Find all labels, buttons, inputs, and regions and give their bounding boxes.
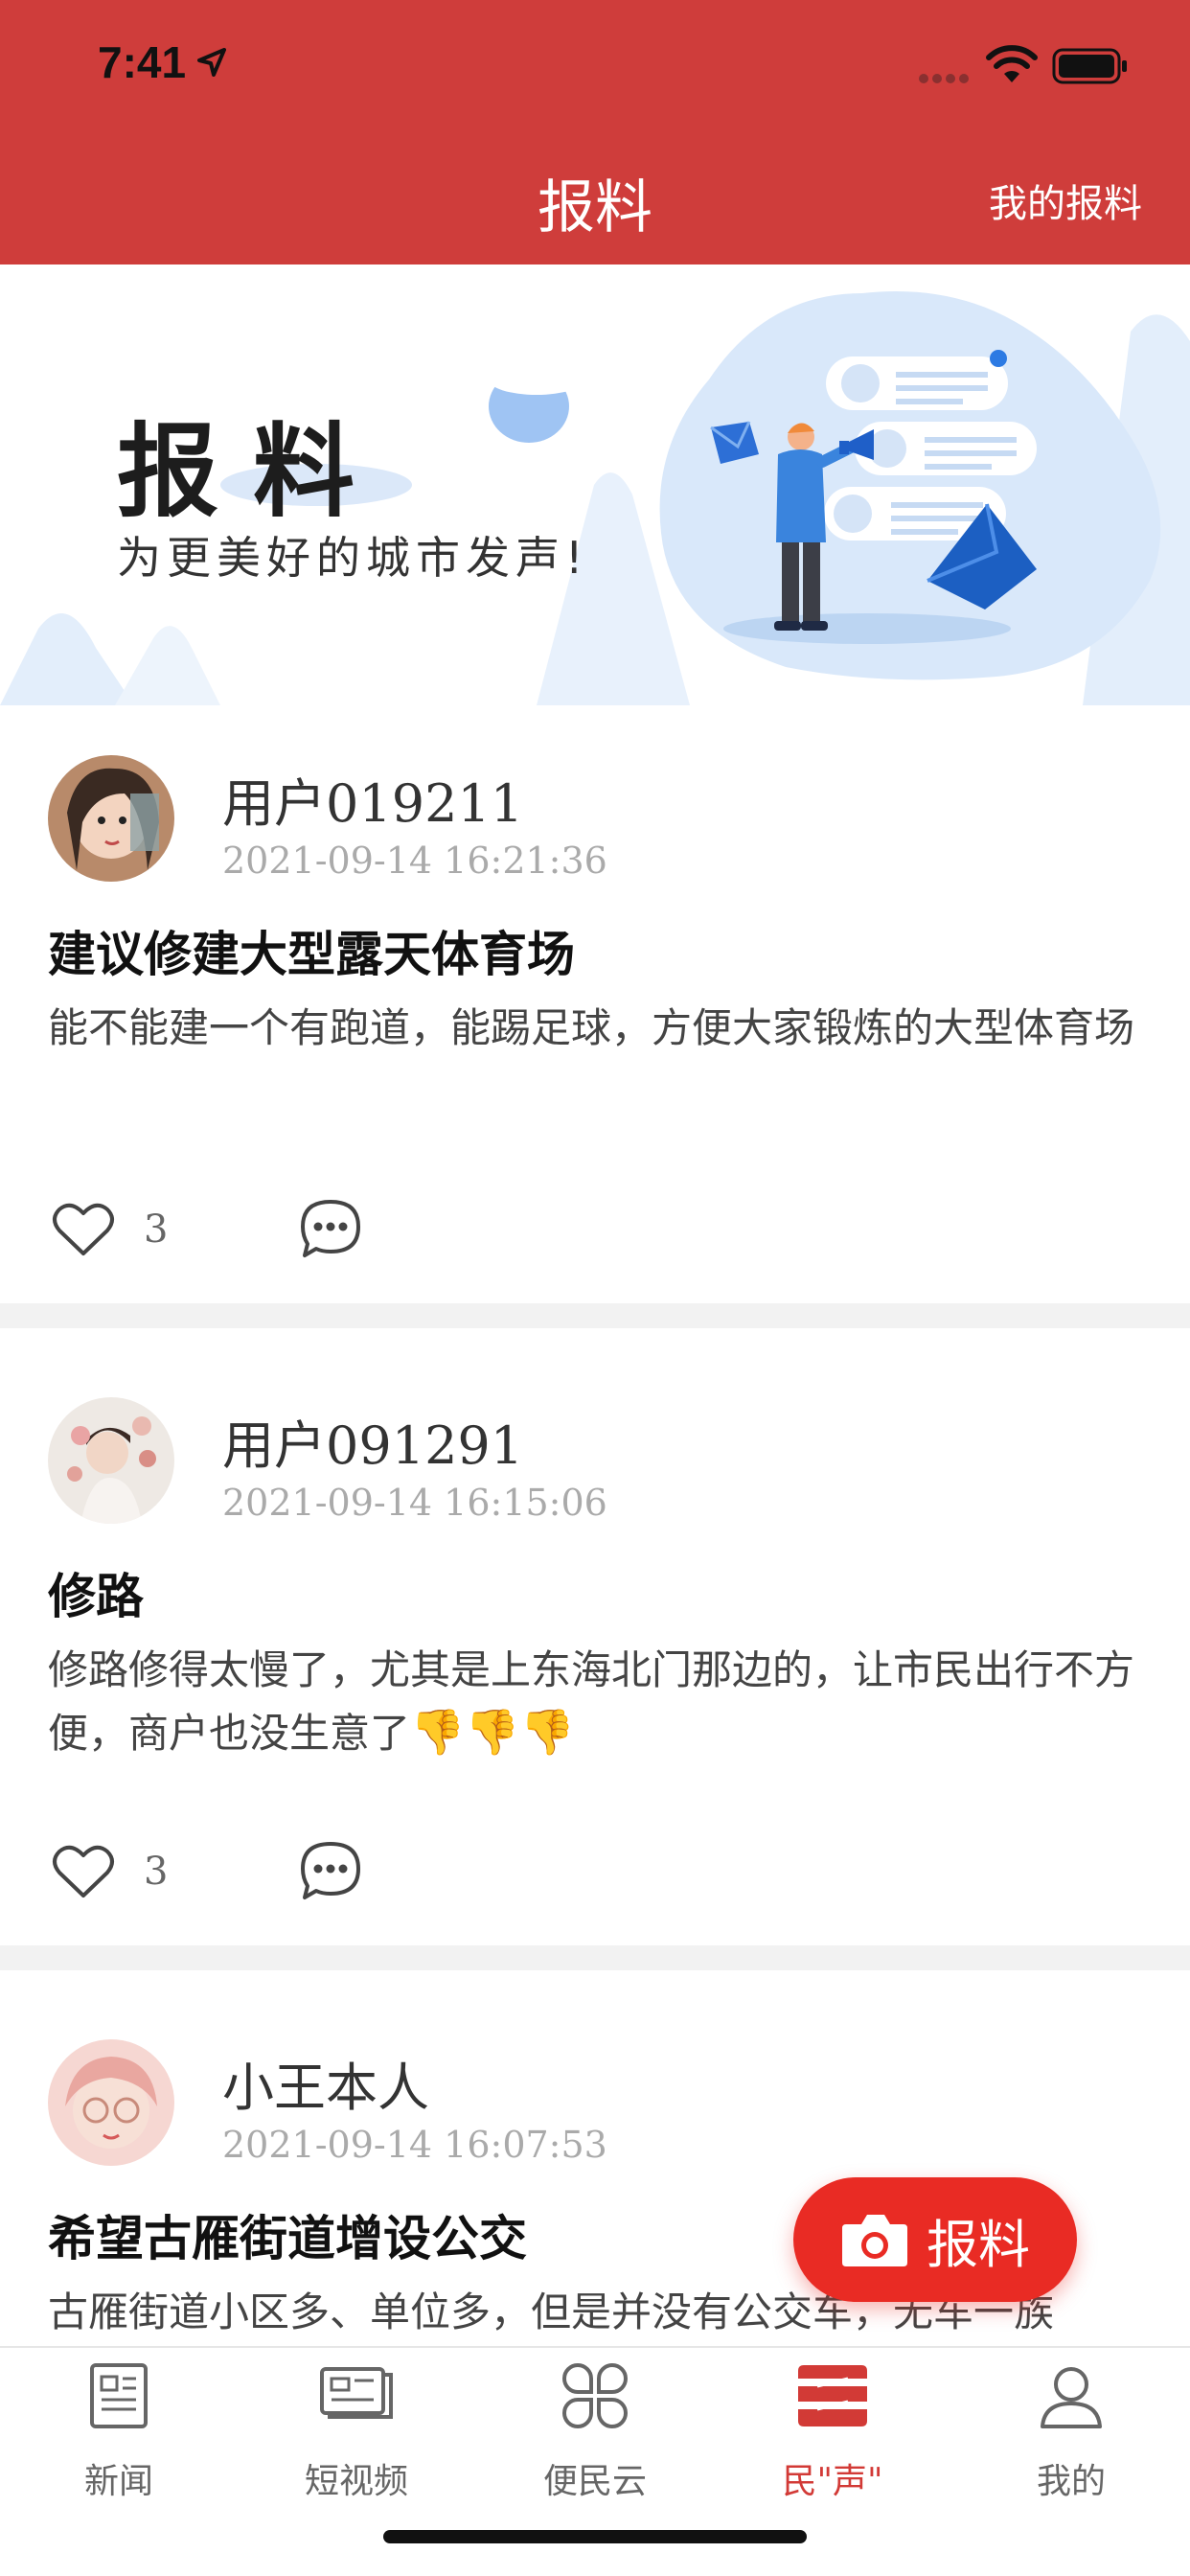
divider [0,1303,1190,1328]
tab-news[interactable]: 新闻 [0,2348,238,2511]
comment-icon[interactable] [297,1196,364,1259]
tab-convenience-cloud[interactable]: 便民云 [476,2348,714,2511]
signal-icon [919,74,969,83]
heart-icon[interactable] [52,1200,115,1257]
tab-label: 短视频 [304,2462,408,2501]
banner-title: 报料 [117,413,389,531]
banner: 报料 为更美好的城市发声! [0,264,1190,709]
post-time: 2021-09-14 16:21:36 [222,840,607,882]
status-time: 7:41 [98,37,187,87]
wifi-icon [986,45,1038,82]
post-body-text: 修路修得太慢了，尤其是上东海北门那边的，让市民出行不方便，商户也没生意了 [48,1646,1135,1757]
tab-voice[interactable]: 民"声" [714,2348,951,2511]
user-name: 用户091291 [222,1415,524,1476]
heart-icon[interactable] [52,1842,115,1899]
post-body[interactable]: 修路修得太慢了，尤其是上东海北门那边的，让市民出行不方便，商户也没生意了👎👎👎 [48,1639,1150,1764]
post-body[interactable]: 能不能建一个有跑道，能踢足球，方便大家锻炼的大型体育场 [48,997,1150,1059]
tab-label: 便民云 [542,2462,647,2501]
divider [0,1945,1190,1970]
avatar[interactable] [48,755,174,882]
user-icon [1041,2367,1102,2428]
header: 7:41 报料 我的报料 [0,0,1190,264]
post-title[interactable]: 希望古雁街道增设公交 [48,2200,527,2269]
tab-label: 我的 [1036,2462,1106,2501]
user-name: 小王本人 [222,2058,429,2118]
tab-label: 新闻 [83,2462,153,2501]
avatar[interactable] [48,2039,174,2166]
tab-label: 民"声" [782,2462,883,2501]
report-button-label: 报料 [927,2214,1030,2275]
voice-icon [798,2365,867,2426]
banner-subtitle: 为更美好的城市发声! [117,532,589,584]
avatar[interactable] [48,1397,174,1524]
like-count: 3 [144,1208,169,1252]
battery-icon [1052,48,1127,84]
video-icon [320,2367,393,2419]
post-title[interactable]: 修路 [48,1558,144,1627]
tab-mine[interactable]: 我的 [952,2348,1190,2511]
comment-icon[interactable] [297,1838,364,1901]
user-name: 用户019211 [222,773,524,834]
post-card[interactable]: 用户091291 2021-09-14 16:15:06 修路 修路修得太慢了，… [0,1328,1190,1945]
camera-icon [842,2215,907,2266]
news-icon [90,2363,148,2428]
report-button[interactable]: 报料 [793,2177,1077,2302]
post-title[interactable]: 建议修建大型露天体育场 [48,916,575,985]
grid-icon [562,2363,628,2428]
post-card[interactable]: 用户019211 2021-09-14 16:21:36 建议修建大型露天体育场… [0,709,1190,1303]
tab-short-video[interactable]: 短视频 [238,2348,475,2511]
location-arrow-icon [197,48,226,77]
post-time: 2021-09-14 16:15:06 [222,1482,607,1524]
post-time: 2021-09-14 16:07:53 [222,2124,607,2166]
thumbs-down-emoji: 👎👎👎 [410,1706,575,1758]
my-reports-link[interactable]: 我的报料 [989,172,1142,228]
like-count: 3 [144,1850,169,1894]
home-indicator[interactable] [383,2530,807,2543]
